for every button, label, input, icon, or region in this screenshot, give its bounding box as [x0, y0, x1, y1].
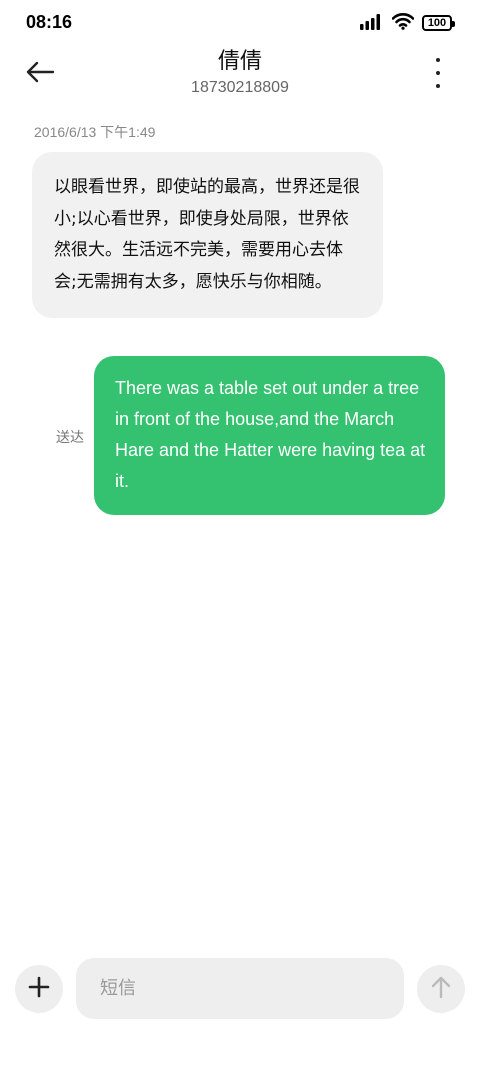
back-button[interactable] — [20, 56, 60, 92]
more-vertical-icon-dot — [436, 84, 440, 88]
status-icons: 100 — [360, 12, 455, 34]
status-time: 08:16 — [26, 12, 73, 32]
back-arrow-icon — [25, 61, 55, 87]
battery-level: 100 — [427, 16, 447, 29]
plus-icon — [28, 976, 50, 1002]
delivery-status: 送达 — [56, 430, 84, 446]
status-bar: 08:16 100 — [0, 0, 480, 44]
more-vertical-icon-dot — [436, 58, 440, 62]
send-arrow-icon — [430, 975, 452, 1003]
send-button[interactable] — [417, 965, 465, 1013]
add-attachment-button[interactable] — [15, 965, 63, 1013]
composer-bar — [0, 956, 480, 1020]
more-vertical-icon-dot — [436, 71, 440, 75]
contact-number: 18730218809 — [191, 79, 289, 96]
signal-icon — [360, 12, 384, 34]
sms-input[interactable] — [76, 958, 404, 1019]
more-options-button[interactable] — [430, 58, 446, 88]
contact-info: 倩倩 18730218809 — [100, 44, 380, 98]
wifi-icon — [391, 12, 415, 34]
contact-name: 倩倩 — [217, 49, 262, 74]
incoming-message-bubble[interactable]: 以眼看世界，即使站的最高，世界还是很小;以心看世界，即使身处局限，世界依然很大。… — [32, 152, 383, 318]
message-timestamp: 2016/6/13 下午1:49 — [34, 124, 156, 140]
battery-icon: 100 — [422, 15, 455, 31]
outgoing-message-bubble[interactable]: There was a table set out under a tree i… — [94, 356, 445, 515]
messaging-screen: 08:16 100 倩倩 18730218809 2016/6/13 下午1:4… — [0, 0, 480, 1066]
conversation-header: 倩倩 18730218809 — [0, 44, 480, 106]
